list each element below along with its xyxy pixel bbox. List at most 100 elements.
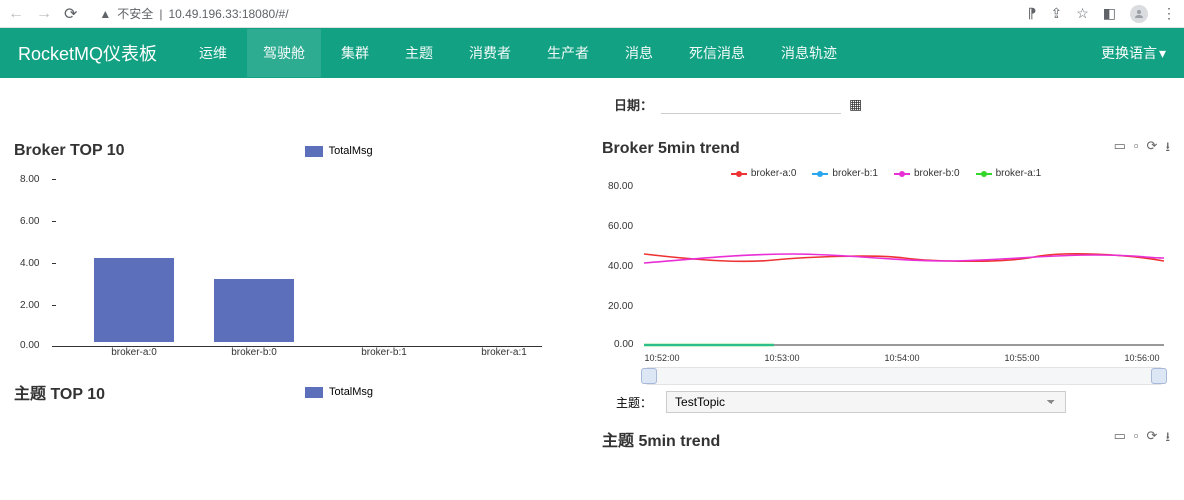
series-marker-icon <box>976 173 992 175</box>
topic-select[interactable]: TestTopic <box>666 391 1066 413</box>
calendar-icon[interactable]: ▦ <box>849 96 862 113</box>
back-button[interactable]: ← <box>8 5 24 23</box>
nav-items: 运维 驾驶舱 集群 主题 消费者 生产者 消息 死信消息 消息轨迹 <box>183 29 1101 77</box>
broker-trend-header: Broker 5min trend ▭ ▫ ⟳ ⭳ <box>602 138 1170 160</box>
bar-broker-a0[interactable] <box>94 258 174 342</box>
nav-item-topic[interactable]: 主题 <box>389 29 449 77</box>
date-input[interactable] <box>661 94 841 114</box>
xtick: 10:55:00 <box>1004 353 1039 363</box>
broker-top10-header: Broker TOP 10 TotalMsg <box>14 142 582 160</box>
chart-toolbox: ▭ ▫ ⟳ ⭳ <box>1114 138 1170 160</box>
dashboard-content: Broker TOP 10 TotalMsg 8.00 6.00 4.00 2.… <box>0 78 1184 451</box>
separator: | <box>159 7 162 21</box>
language-label: 更换语言 <box>1101 43 1157 63</box>
profile-avatar[interactable] <box>1130 5 1148 23</box>
language-switch[interactable]: 更换语言 ▾ <box>1101 43 1166 63</box>
topic-trend-title: 主题 5min trend <box>602 427 720 451</box>
legend-label: TotalMsg <box>329 386 373 398</box>
bookmark-icon[interactable]: ☆ <box>1076 5 1089 22</box>
reload-button[interactable]: ⟳ <box>64 4 77 24</box>
menu-icon[interactable]: ⋮ <box>1162 5 1176 22</box>
nav-item-cluster[interactable]: 集群 <box>325 29 385 77</box>
xcat: broker-b:1 <box>361 347 407 358</box>
ytick: 6.00 <box>20 216 39 227</box>
broker-top10-chart: 8.00 6.00 4.00 2.00 0.00 broker-a:0 brok… <box>14 168 582 358</box>
ytick: 20.00 <box>608 301 633 312</box>
nav-item-dlq[interactable]: 死信消息 <box>673 29 761 77</box>
zoom-icon[interactable]: ▭ <box>1114 138 1126 160</box>
browser-toolbar: ← → ⟳ ▲ 不安全 | 10.49.196.33:18080/#/ ⁋ ⇪ … <box>0 0 1184 28</box>
ytick: 40.00 <box>608 261 633 272</box>
broker-trend-chart: 80.00 60.00 40.00 20.00 0.00 10:52:00 10… <box>602 181 1170 363</box>
broker-trend-title: Broker 5min trend <box>602 140 740 158</box>
xtick: 10:54:00 <box>884 353 919 363</box>
bar-broker-b0[interactable] <box>214 279 294 342</box>
brand-title: RocketMQ仪表板 <box>18 40 157 66</box>
security-warn-icon: ▲ <box>99 7 111 21</box>
trend-legend: broker-a:0 broker-b:1 broker-b:0 broker-… <box>602 168 1170 179</box>
sidepanel-icon[interactable]: ◧ <box>1103 5 1116 22</box>
broker-top10-legend[interactable]: TotalMsg <box>305 145 373 157</box>
right-panel: 日期： ▦ Broker 5min trend ▭ ▫ ⟳ ⭳ broker-a… <box>602 94 1170 451</box>
zoom-icon[interactable]: ▭ <box>1114 428 1126 450</box>
browser-right-icons: ⁋ ⇪ ☆ ◧ ⋮ <box>1028 5 1176 23</box>
xtick: 10:56:00 <box>1124 353 1159 363</box>
legend-item[interactable]: broker-a:1 <box>976 168 1042 179</box>
topic-top10-header: 主题 TOP 10 TotalMsg <box>14 380 582 404</box>
xcat: broker-b:0 <box>231 347 277 358</box>
xcat: broker-a:0 <box>111 347 157 358</box>
download-icon[interactable]: ⭳ <box>1165 138 1170 160</box>
series-marker-icon <box>894 173 910 175</box>
legend-item[interactable]: broker-a:0 <box>731 168 797 179</box>
forward-button[interactable]: → <box>36 5 52 23</box>
topic-top10-legend[interactable]: TotalMsg <box>305 386 373 398</box>
nav-item-message[interactable]: 消息 <box>609 29 669 77</box>
slider-handle-right[interactable] <box>1151 368 1167 384</box>
ytick: 0.00 <box>20 340 39 351</box>
datazoom-slider[interactable] <box>646 367 1162 385</box>
nav-item-trace[interactable]: 消息轨迹 <box>765 29 853 77</box>
ytick: 0.00 <box>614 339 633 350</box>
legend-swatch-icon <box>305 146 323 157</box>
date-picker-row: 日期： ▦ <box>602 94 1170 114</box>
slider-handle-left[interactable] <box>641 368 657 384</box>
legend-label: TotalMsg <box>329 145 373 157</box>
nav-item-dashboard[interactable]: 驾驶舱 <box>247 29 321 77</box>
nav-item-ops[interactable]: 运维 <box>183 29 243 77</box>
broker-top10-title: Broker TOP 10 <box>14 142 125 160</box>
refresh-icon[interactable]: ⟳ <box>1147 138 1158 160</box>
legend-item[interactable]: broker-b:0 <box>894 168 960 179</box>
legend-item[interactable]: broker-b:1 <box>812 168 878 179</box>
translate-icon[interactable]: ⁋ <box>1028 5 1037 22</box>
url-text: 10.49.196.33:18080/#/ <box>168 7 288 21</box>
legend-swatch-icon <box>305 387 323 398</box>
topic-select-row: 主题： TestTopic <box>602 391 1170 413</box>
zoom-reset-icon[interactable]: ▫ <box>1134 138 1139 160</box>
left-panel: Broker TOP 10 TotalMsg 8.00 6.00 4.00 2.… <box>14 94 582 451</box>
chart-toolbox: ▭ ▫ ⟳ ⭳ <box>1114 428 1170 450</box>
topic-trend-header: 主题 5min trend ▭ ▫ ⟳ ⭳ <box>602 427 1170 451</box>
download-icon[interactable]: ⭳ <box>1165 428 1170 450</box>
address-bar[interactable]: ▲ 不安全 | 10.49.196.33:18080/#/ <box>89 5 1015 22</box>
security-label: 不安全 <box>117 5 153 22</box>
ytick: 2.00 <box>20 300 39 311</box>
share-icon[interactable]: ⇪ <box>1050 5 1062 22</box>
xtick: 10:52:00 <box>644 353 679 363</box>
xcat: broker-a:1 <box>481 347 527 358</box>
app-navbar: RocketMQ仪表板 运维 驾驶舱 集群 主题 消费者 生产者 消息 死信消息… <box>0 28 1184 78</box>
ytick: 8.00 <box>20 174 39 185</box>
series-marker-icon <box>812 173 828 175</box>
ytick: 60.00 <box>608 221 633 232</box>
topic-label: 主题： <box>616 394 652 411</box>
ytick: 4.00 <box>20 258 39 269</box>
nav-item-consumer[interactable]: 消费者 <box>453 29 527 77</box>
refresh-icon[interactable]: ⟳ <box>1147 428 1158 450</box>
ytick: 80.00 <box>608 181 633 192</box>
trend-svg <box>644 181 1164 347</box>
chevron-down-icon: ▾ <box>1159 45 1166 62</box>
xtick: 10:53:00 <box>764 353 799 363</box>
topic-top10-title: 主题 TOP 10 <box>14 380 105 404</box>
nav-item-producer[interactable]: 生产者 <box>531 29 605 77</box>
zoom-reset-icon[interactable]: ▫ <box>1134 428 1139 450</box>
series-marker-icon <box>731 173 747 175</box>
